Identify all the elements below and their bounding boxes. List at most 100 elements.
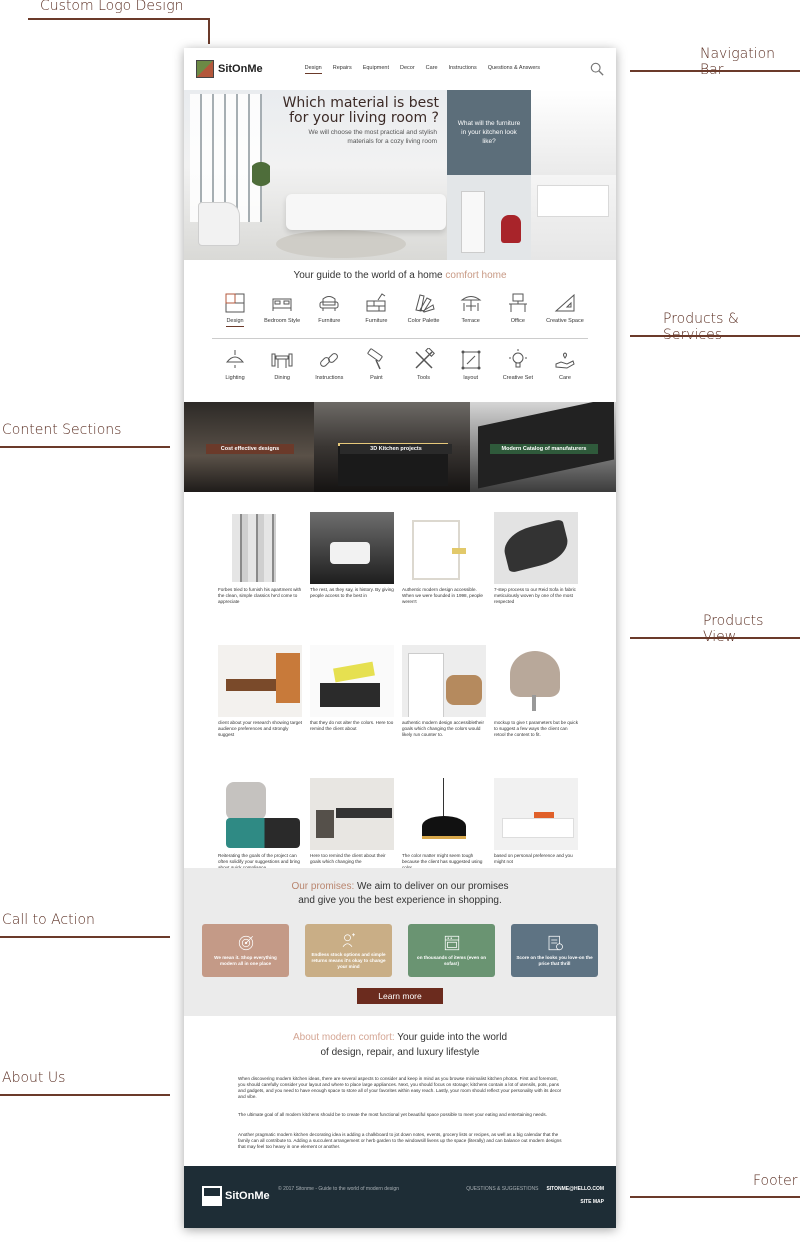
nav-link-decor[interactable]: Decor	[400, 65, 415, 74]
service-dining[interactable]: Dining	[259, 348, 305, 381]
about-paragraph: When discovering modern kitchen ideas, t…	[238, 1076, 562, 1099]
service-instructions[interactable]: Instructions	[306, 348, 352, 381]
services-row-1: Design Bedroom Style Furniture Furniture…	[212, 291, 588, 327]
footer-sitemap-link[interactable]: SITE MAP	[580, 1199, 604, 1205]
footer-logo[interactable]: SitOnMe	[202, 1186, 270, 1206]
kitchen-promo-tile[interactable]: What will the furniture in your kitchen …	[447, 90, 531, 175]
footer-email-link[interactable]: SITONME@HELLO.COM	[546, 1186, 604, 1192]
service-terrace[interactable]: Terrace	[448, 291, 494, 327]
layout-icon	[461, 350, 481, 370]
logo[interactable]: SitOnMe	[196, 60, 263, 78]
service-label: Tools	[417, 375, 430, 381]
nav-link-questions[interactable]: Questions & Answers	[488, 65, 540, 74]
promise-card[interactable]: Score on the looks you love-on the price…	[511, 924, 598, 977]
service-label: layout	[463, 375, 479, 381]
about-title-rest: Your guide into the world	[397, 1032, 508, 1043]
services-divider	[212, 338, 588, 339]
nav-link-design[interactable]: Design	[304, 65, 322, 74]
nav-link-care[interactable]: Care	[426, 65, 438, 74]
annotation-footer: Footer	[753, 1173, 798, 1189]
service-color-palette[interactable]: Color Palette	[401, 291, 447, 327]
ruler-triangle-icon	[554, 293, 575, 312]
person-idea-icon	[342, 933, 355, 947]
kitchen-image-tile[interactable]	[531, 90, 616, 175]
annotation-line	[630, 70, 800, 72]
product-card[interactable]: based on personal preference and you mig…	[494, 778, 578, 871]
service-bedroom-style[interactable]: Bedroom Style	[259, 291, 305, 327]
product-image	[402, 645, 486, 717]
service-design[interactable]: Design	[212, 291, 258, 327]
banner-cost-effective[interactable]: Cost effective designs	[184, 402, 314, 492]
product-card[interactable]: 7-step process to our Reid Sofa in fabri…	[494, 512, 578, 605]
plant-image	[252, 162, 270, 202]
annotation-line	[0, 936, 170, 938]
service-tools[interactable]: Tools	[401, 348, 447, 381]
service-furniture-2[interactable]: Furniture	[353, 291, 399, 327]
hero-banner[interactable]: Which material is best for your living r…	[184, 90, 447, 260]
product-card[interactable]: The color matter might seem tough becaus…	[402, 778, 486, 871]
oven-icon	[444, 935, 459, 951]
service-layout[interactable]: layout	[448, 348, 494, 381]
banner-catalog[interactable]: Modern Catalog of manufaturers	[470, 402, 616, 492]
service-label: Office	[510, 318, 525, 324]
product-description: Here too remind the client about their g…	[310, 853, 386, 864]
product-card[interactable]: Forbes tried to furnish his apartment wi…	[218, 512, 302, 605]
lamp-icon	[225, 350, 245, 368]
service-label: Color Palette	[407, 318, 440, 324]
promise-card-text: Score on the looks you love-on the price…	[516, 955, 593, 966]
logo-text: SitOnMe	[218, 63, 263, 75]
product-card[interactable]: client about your research showing targe…	[218, 645, 302, 738]
nav-link-repairs[interactable]: Repairs	[333, 65, 352, 74]
service-creative-set[interactable]: Creative Set	[495, 348, 541, 381]
service-office[interactable]: Office	[495, 291, 541, 327]
red-chair-image	[501, 215, 521, 243]
guide-title-prefix: Your guide to the world of a home	[293, 270, 443, 281]
banner-3d-kitchen[interactable]: 3D Kitchen projects	[314, 402, 470, 492]
promises-section: Our promises: We aim to deliver on our p…	[184, 868, 616, 1016]
service-paint[interactable]: Paint	[353, 348, 399, 381]
product-card[interactable]: Authentic modern design accessible. When…	[402, 512, 486, 605]
nav-link-instructions[interactable]: Instructions	[449, 65, 477, 74]
products-grid: Forbes tried to furnish his apartment wi…	[218, 512, 578, 871]
product-card[interactable]: Reiterating the goals of the project can…	[218, 778, 302, 871]
hero-side-tiles: What will the furniture in your kitchen …	[447, 90, 616, 260]
promises-title-line2: and give you the best experience in shop…	[298, 895, 502, 906]
footer-links: QUESTIONS & SUGGESTIONS SITONME@HELLO.CO…	[466, 1186, 604, 1192]
product-image	[218, 512, 302, 584]
product-card[interactable]: The rest, as they say, is history. By gi…	[310, 512, 394, 605]
product-image	[218, 778, 302, 850]
banner-label: 3D Kitchen projects	[340, 444, 452, 454]
promise-card-text: We mean it. Shop everything modern all i…	[214, 955, 277, 966]
footer-questions-link[interactable]: QUESTIONS & SUGGESTIONS	[466, 1186, 538, 1192]
promise-card[interactable]: Endless stock options and simple returns…	[305, 924, 392, 977]
service-lighting[interactable]: Lighting	[212, 348, 258, 381]
room-image-tile[interactable]	[447, 175, 531, 260]
product-image	[310, 778, 394, 850]
armchair-icon	[319, 296, 339, 311]
service-furniture[interactable]: Furniture	[306, 291, 352, 327]
learn-more-button[interactable]: Learn more	[357, 988, 443, 1004]
product-card[interactable]: Here too remind the client about their g…	[310, 778, 394, 871]
promise-card[interactable]: on thousands of items (even on sofas!)	[408, 924, 495, 977]
content-sections: Cost effective designs 3D Kitchen projec…	[184, 402, 616, 492]
product-description: mockup to give t parameters but be quick…	[494, 720, 579, 737]
dining-table-icon	[271, 353, 293, 368]
service-label: Dining	[274, 375, 290, 381]
chair-image	[198, 202, 240, 246]
search-icon[interactable]	[590, 62, 604, 76]
annotation-nav: Navigation Bar	[700, 46, 776, 78]
nav-link-equipment[interactable]: Equipment	[363, 65, 389, 74]
white-kitchen-tile[interactable]	[531, 175, 616, 260]
product-card[interactable]: that they do not alter the colors. Here …	[310, 645, 394, 738]
product-card[interactable]: mockup to give t parameters but be quick…	[494, 645, 578, 738]
guide-title-accent: comfort home	[445, 270, 507, 281]
website-mockup: SitOnMe Design Repairs Equipment Decor C…	[184, 48, 616, 1228]
product-image	[402, 512, 486, 584]
product-description: authentic modern design accessibletheir …	[402, 720, 484, 737]
promise-card[interactable]: We mean it. Shop everything modern all i…	[202, 924, 289, 977]
about-title-accent: About modern comfort:	[292, 1032, 395, 1043]
product-image	[494, 512, 578, 584]
service-creative-space[interactable]: Creative Space	[542, 291, 588, 327]
service-care[interactable]: Care	[542, 348, 588, 381]
product-card[interactable]: authentic modern design accessibletheir …	[402, 645, 486, 738]
